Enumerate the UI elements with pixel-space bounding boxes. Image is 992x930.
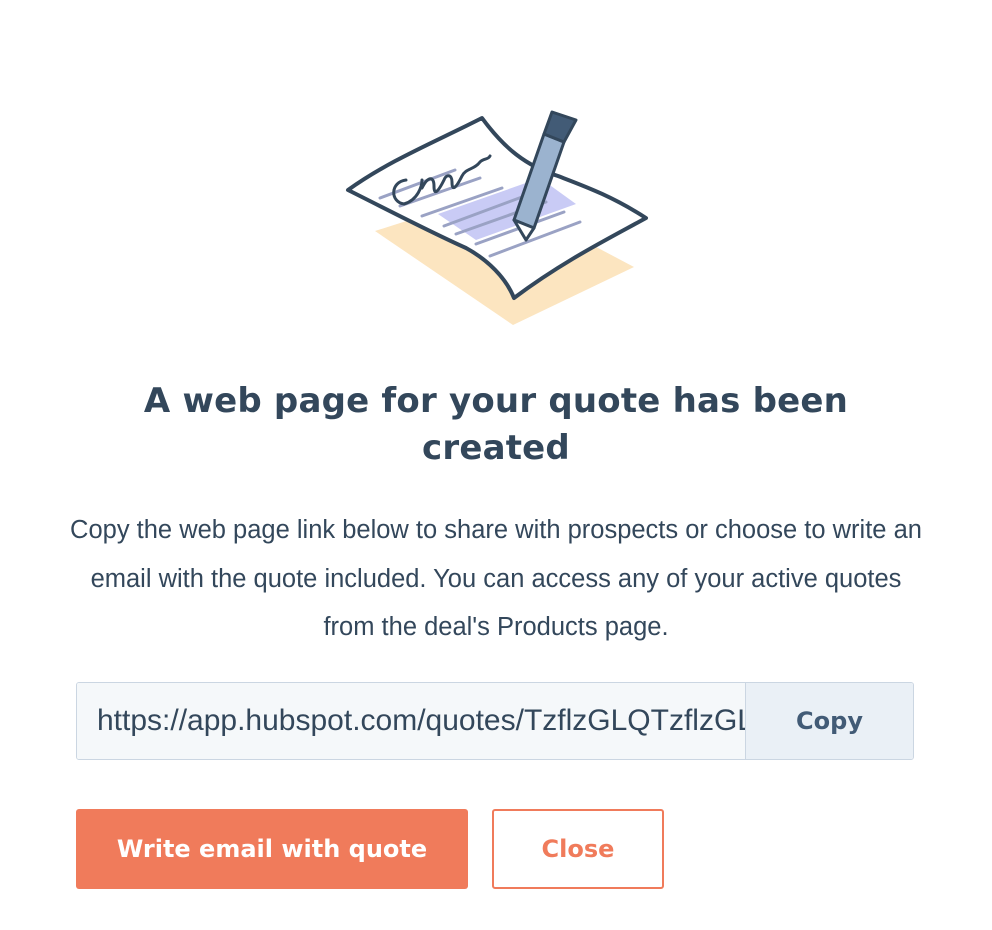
quote-link-group: Copy: [76, 682, 914, 760]
copy-button[interactable]: Copy: [745, 683, 913, 759]
close-button[interactable]: Close: [492, 809, 664, 889]
quote-created-dialog: A web page for your quote has been creat…: [0, 0, 992, 930]
write-email-button[interactable]: Write email with quote: [76, 809, 468, 889]
dialog-title: A web page for your quote has been creat…: [143, 381, 849, 468]
quote-link-input[interactable]: [77, 683, 745, 759]
dialog-description: Copy the web page link below to share wi…: [70, 516, 922, 641]
signed-document-illustration: [346, 110, 648, 325]
